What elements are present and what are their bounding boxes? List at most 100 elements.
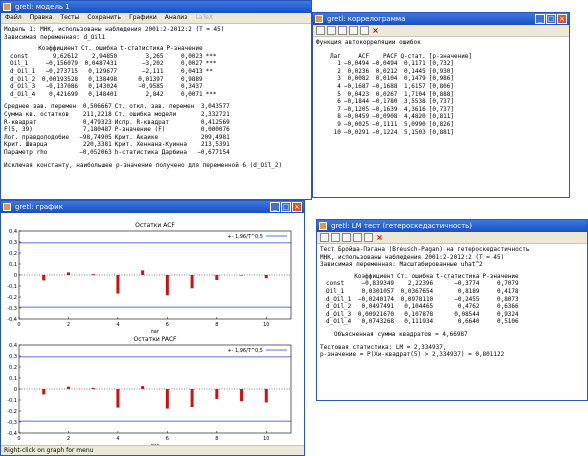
lm-cell: 0,107878 <box>404 310 434 318</box>
close-button[interactable]: × <box>557 14 567 24</box>
coef-header-row: Коэффициент Ст. ошибка t-статистика P-значе… <box>10 45 220 53</box>
coef-cell: *** <box>205 60 217 68</box>
lm-window-title: gretl: LM тест (гетероскедастичность) <box>331 222 473 230</box>
coef-cell: 0,00193528 <box>41 75 79 83</box>
coef-cell: −0,137086 <box>45 83 79 91</box>
menu-item-0[interactable]: Файл <box>5 13 22 23</box>
corr-cell: 0,0212 <box>375 67 398 75</box>
minimize-button[interactable]: _ <box>535 14 545 24</box>
chart1-legend-label: +- 1,96/T^0,5 <box>227 234 263 240</box>
stat-cell: 2,332721 <box>200 110 230 118</box>
plot-window-titlebar[interactable]: gretl: график _ □ × <box>1 201 304 213</box>
close-button[interactable]: × <box>292 202 302 212</box>
chart1-bar <box>66 272 70 275</box>
correlogram-table: Лаг ACF PACF Q-стат. [p-значение] 1 −0,0494 −0,… <box>330 53 475 137</box>
chart2-legend-label: +- 1,96/T^0,5 <box>227 348 263 354</box>
corr-cell: 0,0236 <box>347 67 370 75</box>
lm-coefficients-table: Коэффициент Ст. ошибка t-статистика P-значе… <box>326 273 522 326</box>
coef-cell: −3,202 <box>141 60 164 68</box>
close-icon[interactable]: × <box>375 233 384 242</box>
find-icon[interactable] <box>353 233 362 242</box>
corr-cell: 1,6157 <box>404 82 426 90</box>
coef-row: Oil_1 −0,156079 0,0487431 −3,202 0,0027 *** <box>10 60 220 68</box>
lm-cell: −0,839349 <box>361 280 395 288</box>
stat-row: Крит. Шварца 220,3381 Крит. Хеннана-Куинна… <box>4 141 233 149</box>
lm-cell: const <box>326 280 345 288</box>
lm-column-header <box>326 273 354 281</box>
chart2-ytick-label: 0,3 <box>9 354 17 360</box>
lm-test-statistic: Тестовая статистика: LM = 2,334937, <box>320 343 447 351</box>
stat-row: Среднее зав. перемен 0,506667 Ст. откл. за… <box>4 103 233 111</box>
graph-icon[interactable] <box>360 26 369 35</box>
stat-cell: 209,4981 <box>200 133 230 141</box>
correlogram-window-titlebar[interactable]: gretl: коррелограмма _ □ × <box>313 13 569 25</box>
corr-cell: [0,737] <box>428 105 455 113</box>
menu-item-6[interactable]: LaTeX <box>195 13 212 23</box>
chart1-ytick-label: -0,3 <box>7 306 17 312</box>
corr-cell: 0,0082 <box>347 75 370 83</box>
coef-column-header: Коэффициент <box>38 45 79 53</box>
chart2-bar <box>91 387 95 389</box>
coef-cell: 0,421699 <box>49 90 79 98</box>
lm-header-lines: Тест Бройша-Пэгана (Breusch-Pagan) на ге… <box>320 246 584 269</box>
corr-column-header: Q-стат. <box>400 52 426 60</box>
stat-cell: Крит. Шварца <box>4 141 48 149</box>
corr-cell: [0,881] <box>428 128 455 136</box>
stat-row: Лог. правдоподобие −98,74905 Крит. Акаике 2… <box>4 134 233 142</box>
chart1-ytick-label: -0,1 <box>7 284 17 290</box>
print-icon[interactable] <box>331 233 340 242</box>
coef-cell: 2,842 <box>145 90 164 98</box>
menu-item-4[interactable]: Графики <box>129 13 157 23</box>
save-icon[interactable] <box>320 233 329 242</box>
residual-correlogram-plot[interactable]: Остатки ACF 0,4 0,3 0,2 0,1 0 -0,1 -0,2 -0,3 -0,4… <box>1 213 304 445</box>
chart2-bar <box>141 386 145 389</box>
coef-row: d_Oil_2 0,00193528 0,138498 0,01397 0,9889 <box>10 76 220 84</box>
coef-cell: −0,273715 <box>45 67 79 75</box>
corr-cell: 0,0104 <box>375 75 398 83</box>
coef-cell: d_Oil_1 <box>10 67 36 75</box>
coef-column-header: t-статистика <box>120 45 164 53</box>
corr-cell: 0,0267 <box>375 90 398 98</box>
corr-cell: 3,5538 <box>404 98 426 106</box>
model-window-titlebar[interactable]: gretl: модель 1 <box>1 1 311 13</box>
menu-item-3[interactable]: Сохранить <box>87 13 121 23</box>
stat-row: R-квадрат 0,479323 Испр. R-квадрат 0,412569 <box>4 119 233 127</box>
lm-window-titlebar[interactable]: gretl: LM тест (гетероскедастичность) <box>317 220 587 232</box>
lm-column-header: t-статистика <box>436 272 480 280</box>
chart1-ytick-label: 0,1 <box>9 262 17 268</box>
coef-cell <box>206 76 220 84</box>
coef-cell: 0,3437 <box>180 83 203 91</box>
menu-item-1[interactable]: Правка <box>30 13 53 23</box>
print-icon[interactable] <box>327 26 336 35</box>
model-coefficients-table: Коэффициент Ст. ошибка t-статистика P-значе… <box>10 45 220 98</box>
chart1-ytick-label: 0,4 <box>9 229 17 235</box>
maximize-button[interactable]: □ <box>546 14 556 24</box>
close-icon[interactable]: × <box>371 26 380 35</box>
coef-column-header: P-значение <box>166 45 203 53</box>
save-icon[interactable] <box>316 26 325 35</box>
menu-item-5[interactable]: Анализ <box>165 13 188 23</box>
corr-row: 4 −0,1687 −0,1688 1,6157 [0,806] <box>330 83 475 91</box>
chart1-bar <box>165 275 169 296</box>
maximize-button[interactable]: □ <box>281 202 291 212</box>
gretl-app-icon <box>3 3 11 11</box>
lm-row: d_Oil_3 0,00921670 0,107878 0,08544 0,9324 <box>326 311 522 319</box>
gretl-app-icon <box>3 203 11 211</box>
lm-cell: d_Oil_1 <box>326 295 352 303</box>
copy-icon[interactable] <box>342 233 351 242</box>
minimize-button[interactable]: _ <box>270 202 280 212</box>
coef-cell: 9,62612 <box>52 52 79 60</box>
find-icon[interactable] <box>349 26 358 35</box>
stat-cell: 3,043577 <box>200 103 230 111</box>
coef-cell: *** <box>205 90 217 98</box>
edit-icon[interactable] <box>364 233 373 242</box>
copy-icon[interactable] <box>338 26 347 35</box>
stat-cell: Крит. Акаике <box>114 133 159 141</box>
corr-cell: [0,737] <box>428 98 455 106</box>
corr-cell: [0,826] <box>428 120 455 128</box>
plot-statusbar: Right-click on graph for menu <box>1 445 304 455</box>
corr-cell: −0,1780 <box>372 98 398 106</box>
model-window-title: gretl: модель 1 <box>15 3 70 11</box>
stat-cell: 220,3381 <box>82 141 112 149</box>
menu-item-2[interactable]: Тесты <box>60 13 79 23</box>
